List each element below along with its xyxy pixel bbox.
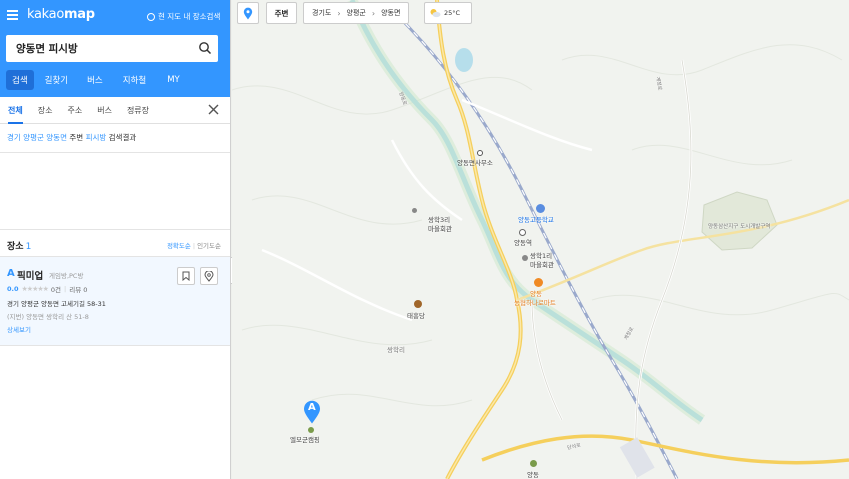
bookmark-button[interactable] (177, 267, 195, 285)
breadcrumb-town[interactable]: 양동면 (381, 8, 400, 18)
review-count[interactable]: 리뷰 0 (69, 284, 87, 294)
label-ssanghakri[interactable]: 쌍학리 (387, 344, 405, 354)
rating-separator: | (64, 285, 67, 293)
place-section-header: 장소 1 정확도순 | 인기도순 (0, 229, 230, 257)
place-marker-letter: A (7, 268, 15, 279)
hall-icon[interactable] (522, 255, 528, 261)
place-address-jibun: (지번) 양동면 쌍학리 산 51-8 (7, 313, 89, 321)
office-icon[interactable] (477, 150, 483, 156)
map-area-search-toggle[interactable]: 현 지도 내 장소검색 (147, 11, 220, 22)
breadcrumb-province[interactable]: 경기도 (312, 8, 331, 18)
temperature: 25°C (444, 9, 461, 17)
tab-directions[interactable]: 길찾기 (45, 74, 68, 86)
result-marker-a[interactable]: A (303, 400, 321, 424)
search-input[interactable] (6, 42, 186, 55)
result-summary: 경기 양평군 양동면 주변 피시방 검색결과 (0, 124, 230, 153)
summary-keyword: 피시방 (85, 133, 107, 142)
breadcrumb-county[interactable]: 양평군 (347, 8, 366, 18)
label-office[interactable]: 양동면사무소 (457, 157, 493, 167)
menu-icon[interactable] (7, 10, 18, 20)
place-rating: 0.0 ★★★★★ 0건 | 리뷰 0 (7, 284, 87, 294)
rating-count: 0건 (50, 286, 62, 294)
search-box (6, 35, 218, 62)
label-ssanghak1-hall[interactable]: 마을회관 (530, 259, 554, 269)
logo[interactable]: kakaomap (27, 7, 95, 22)
sub-tabs: 전체 장소 주소 버스 정류장 (0, 97, 230, 124)
sort-accuracy[interactable]: 정확도순 (167, 242, 191, 250)
map-view[interactable]: 주변 경기도 › 양평군 › 양동면 25°C 양동면사무소 양동고등학교 양동… (232, 0, 849, 479)
school-icon[interactable] (536, 204, 545, 213)
subtab-place[interactable]: 장소 (38, 97, 53, 124)
summary-middle: 주변 (69, 133, 84, 142)
label-temple[interactable]: 태흥당 (407, 310, 425, 320)
tab-bus[interactable]: 버스 (87, 74, 103, 86)
label-district[interactable]: 양동삼산지구 도시개발구역 (708, 222, 770, 230)
place-section-title: 장소 1 (7, 239, 31, 252)
panel-header: kakaomap 현 지도 내 장소검색 검색 길찾기 버스 지하철 MY (0, 0, 230, 97)
close-icon[interactable] (208, 104, 219, 115)
map-pin-icon (243, 7, 253, 20)
map-canvas (232, 0, 849, 479)
tab-subway[interactable]: 지하철 (123, 74, 146, 86)
sort-popular[interactable]: 인기도순 (197, 242, 221, 250)
partly-cloudy-icon (430, 9, 441, 18)
camping-icon[interactable] (308, 427, 314, 433)
label-bottom[interactable]: 양동 (527, 469, 539, 479)
mart-icon[interactable] (534, 278, 543, 287)
hall-icon[interactable] (412, 208, 417, 213)
label-ssanghak3-hall[interactable]: 마을회관 (428, 223, 452, 233)
subtab-stop[interactable]: 정류장 (127, 97, 149, 124)
left-panel: kakaomap 현 지도 내 장소검색 검색 길찾기 버스 지하철 MY 전체… (0, 0, 231, 479)
summary-suffix: 검색결과 (108, 133, 137, 142)
rating-score: 0.0 (7, 285, 19, 293)
place-category: 게임방,PC방 (49, 272, 84, 280)
place-title-text: 장소 (7, 242, 24, 252)
my-location-button[interactable] (237, 2, 259, 24)
sort-separator: | (192, 242, 196, 250)
marker-letter: A (308, 402, 316, 413)
place-count: 1 (25, 242, 32, 252)
region-breadcrumb: 경기도 › 양평군 › 양동면 (303, 2, 410, 24)
subtab-all[interactable]: 전체 (8, 97, 23, 124)
main-tabs: 검색 길찾기 버스 지하철 MY (0, 68, 231, 92)
ad-area (0, 153, 230, 229)
map-area-search-label: 현 지도 내 장소검색 (158, 12, 221, 21)
label-camping[interactable]: 엘모군캠핑 (290, 434, 320, 444)
place-name[interactable]: 픽미업 (17, 268, 43, 282)
place-address: 경기 양평군 양동면 고세기길 58-31 (7, 300, 106, 308)
weather-widget[interactable]: 25°C (424, 2, 472, 24)
subtab-address[interactable]: 주소 (67, 97, 82, 124)
sort-options: 정확도순 | 인기도순 (167, 240, 221, 250)
chevron-right-icon: › (337, 8, 341, 18)
tab-search[interactable]: 검색 (6, 70, 34, 90)
temple-icon[interactable] (414, 300, 422, 308)
logo-text-a: kakao (27, 7, 64, 22)
around-button[interactable]: 주변 (266, 2, 297, 24)
subtab-bus[interactable]: 버스 (97, 97, 112, 124)
radio-icon (147, 12, 155, 21)
search-icon[interactable] (198, 41, 212, 55)
park-icon[interactable] (530, 460, 537, 467)
station-icon[interactable] (519, 229, 526, 236)
place-item[interactable]: A 픽미업 게임방,PC방 0.0 ★★★★★ 0건 | 리뷰 0 경기 양평군… (0, 257, 230, 346)
label-nonghyup-b[interactable]: 농협하나로마트 (514, 297, 556, 307)
tab-my[interactable]: MY (167, 75, 180, 85)
place-detail-link[interactable]: 상세보기 (7, 324, 31, 334)
label-school[interactable]: 양동고등학교 (518, 214, 554, 224)
logo-text-b: map (64, 7, 95, 22)
star-icons: ★★★★★ (21, 285, 49, 293)
route-button[interactable] (200, 267, 218, 285)
chevron-right-icon: › (371, 8, 376, 18)
summary-region: 경기 양평군 양동면 (7, 133, 67, 142)
bookmark-icon (182, 271, 190, 281)
location-pin-icon (204, 270, 214, 282)
label-station[interactable]: 양동역 (514, 237, 532, 247)
